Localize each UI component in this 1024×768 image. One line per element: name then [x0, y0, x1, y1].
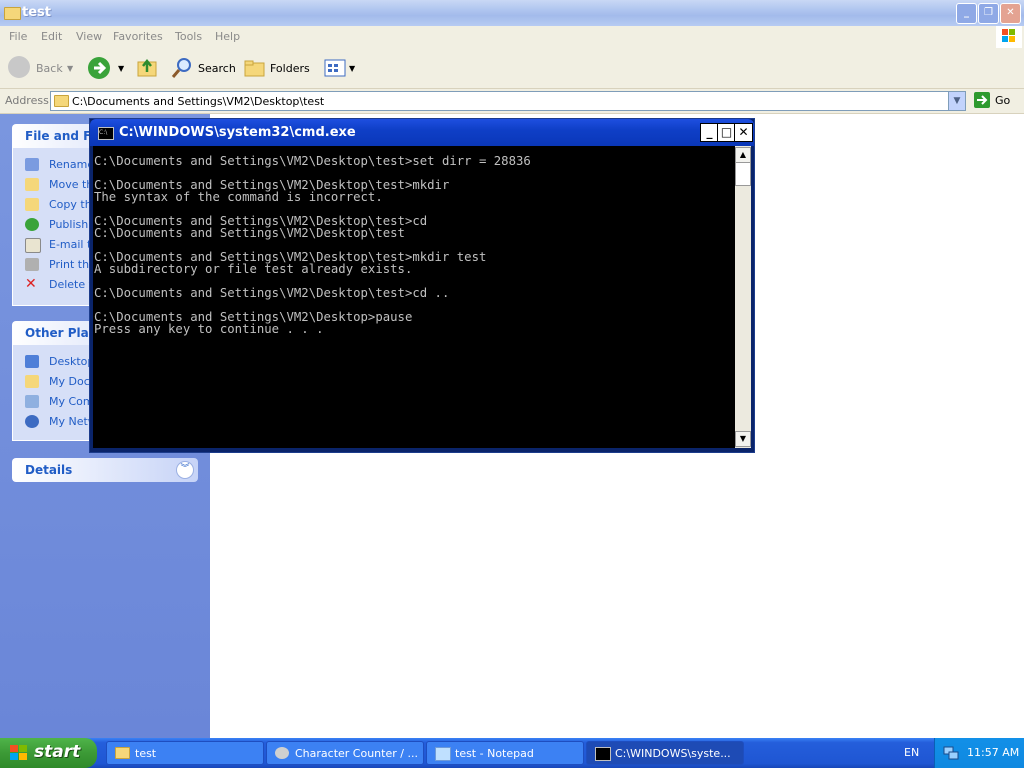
restore-button[interactable]: ❐: [978, 3, 999, 24]
folder-icon: [4, 7, 21, 20]
views-icon[interactable]: [324, 59, 346, 77]
toolbar: Back ▼ ▼ Search Folders ▼: [0, 48, 1024, 89]
menu-tools[interactable]: Tools: [175, 30, 202, 43]
task-character-counter[interactable]: Character Counter / ...: [266, 741, 424, 765]
email-icon: [25, 238, 41, 253]
copy-icon: [25, 198, 39, 211]
rename-icon: [25, 158, 39, 171]
system-tray: 11:57 AM: [934, 738, 1024, 768]
folders-button[interactable]: Folders: [270, 62, 310, 75]
menu-view[interactable]: View: [76, 30, 102, 43]
forward-dropdown-icon[interactable]: ▼: [118, 64, 124, 73]
start-button[interactable]: start: [0, 738, 97, 768]
minimize-button[interactable]: _: [956, 3, 977, 24]
address-field[interactable]: C:\Documents and Settings\VM2\Desktop\te…: [50, 91, 966, 111]
go-arrow-icon[interactable]: [974, 92, 990, 108]
views-dropdown-icon[interactable]: ▼: [349, 64, 355, 73]
move-icon: [25, 178, 39, 191]
delete-x-icon: ✕: [25, 276, 37, 292]
cmd-close-button[interactable]: ✕: [734, 123, 753, 142]
close-button[interactable]: ✕: [1000, 3, 1021, 24]
address-bar: Address C:\Documents and Settings\VM2\De…: [0, 89, 1024, 114]
folders-icon: [244, 58, 266, 78]
explorer-title: test: [22, 5, 51, 20]
back-arrow-icon: [8, 56, 30, 78]
menu-bar: File Edit View Favorites Tools Help: [0, 26, 1024, 49]
cmd-title-bar[interactable]: C:\ C:\WINDOWS\system32\cmd.exe _ □ ✕: [90, 119, 754, 146]
scroll-thumb[interactable]: [735, 162, 751, 186]
scroll-down-icon[interactable]: ▼: [735, 431, 751, 447]
address-folder-icon: [54, 95, 69, 107]
publish-web-icon: [25, 218, 39, 231]
up-folder-button[interactable]: [136, 56, 158, 78]
back-label: Back: [36, 62, 63, 75]
my-computer-icon: [25, 395, 39, 408]
address-value: C:\Documents and Settings\VM2\Desktop\te…: [72, 95, 325, 108]
back-dropdown-icon[interactable]: ▼: [67, 64, 73, 73]
back-button[interactable]: [8, 56, 30, 78]
menu-file[interactable]: File: [9, 30, 27, 43]
clock[interactable]: 11:57 AM: [967, 746, 1019, 759]
windows-logo-icon: [996, 26, 1022, 48]
my-documents-icon: [25, 375, 39, 388]
menu-edit[interactable]: Edit: [41, 30, 62, 43]
browser-icon: [275, 747, 289, 759]
search-icon[interactable]: [170, 56, 194, 80]
menu-favorites[interactable]: Favorites: [113, 30, 163, 43]
address-dropdown-icon[interactable]: ▼: [948, 92, 965, 110]
forward-button[interactable]: [88, 57, 110, 79]
details-title: Details: [25, 463, 73, 477]
expand-chevron-icon[interactable]: ︾: [176, 461, 194, 479]
console-area[interactable]: C:\Documents and Settings\VM2\Desktop\te…: [93, 146, 735, 448]
cmd-title: C:\WINDOWS\system32\cmd.exe: [119, 125, 356, 140]
my-network-icon: [25, 415, 39, 428]
cmd-icon: C:\: [98, 127, 114, 140]
console-output: C:\Documents and Settings\VM2\Desktop\te…: [94, 154, 531, 336]
scroll-up-icon[interactable]: ▲: [735, 147, 751, 163]
printer-icon: [25, 258, 39, 271]
taskbar: start test Character Counter / ... test …: [0, 738, 1024, 768]
notepad-icon: [435, 747, 451, 761]
language-indicator[interactable]: EN: [904, 746, 919, 759]
cmd-icon: [595, 747, 611, 761]
network-tray-icon[interactable]: [943, 745, 959, 761]
cmd-window: C:\ C:\WINDOWS\system32\cmd.exe _ □ ✕ C:…: [89, 118, 755, 453]
menu-help[interactable]: Help: [215, 30, 240, 43]
desktop-icon: [25, 355, 39, 368]
folder-icon: [115, 747, 130, 759]
address-label: Address: [5, 94, 49, 107]
explorer-title-bar[interactable]: test _ ❐ ✕: [0, 0, 1024, 26]
task-test-folder[interactable]: test: [106, 741, 264, 765]
start-label: start: [34, 742, 81, 762]
task-notepad[interactable]: test - Notepad: [426, 741, 584, 765]
windows-flag-icon: [10, 745, 28, 761]
task-cmd[interactable]: C:\WINDOWS\syste...: [586, 741, 744, 765]
go-button[interactable]: Go: [995, 94, 1010, 107]
details-header[interactable]: Details ︾: [12, 458, 198, 482]
vertical-scrollbar[interactable]: ▲ ▼: [735, 146, 751, 448]
search-button[interactable]: Search: [198, 62, 236, 75]
